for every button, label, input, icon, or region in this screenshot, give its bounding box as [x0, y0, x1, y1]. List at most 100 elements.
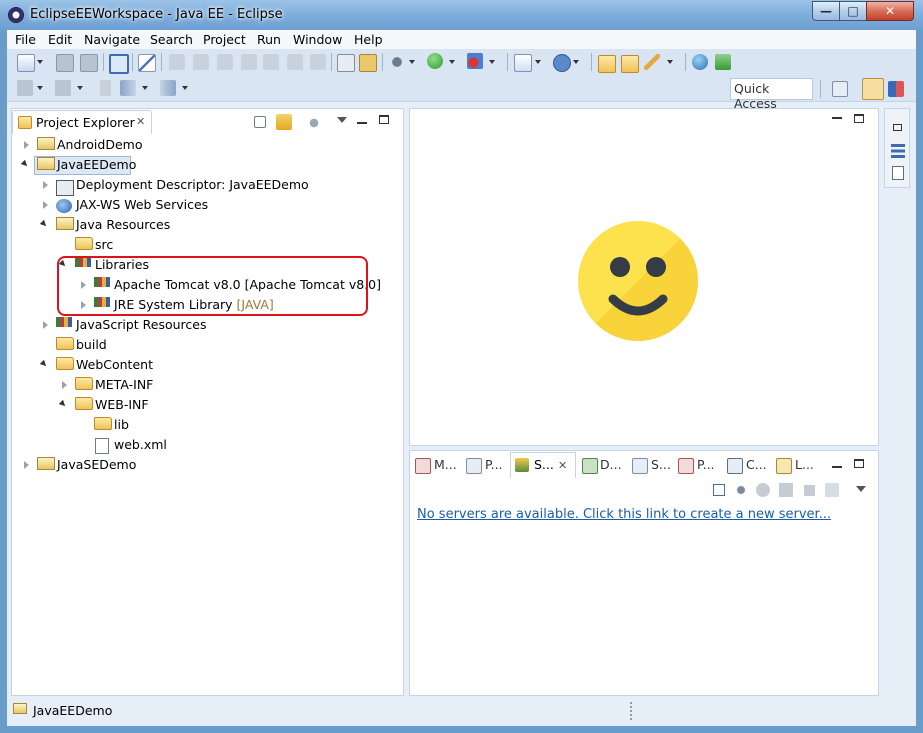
menu-file[interactable]: File	[15, 32, 36, 47]
open-perspective-icon[interactable]	[832, 81, 848, 97]
run-dropdown-icon[interactable]	[449, 60, 455, 64]
close-button[interactable]: ✕	[866, 1, 914, 21]
tab-console[interactable]: C...	[746, 454, 767, 476]
tree-item-javasedemo[interactable]: JavaSEDemo	[57, 456, 136, 474]
tree-item-javascript-resources[interactable]: JavaScript Resources	[76, 316, 206, 334]
skip-breakpoints-icon[interactable]	[138, 54, 156, 72]
search-dropdown-icon[interactable]	[667, 60, 673, 64]
step-into-icon[interactable]	[263, 54, 279, 70]
tab-problems[interactable]: P...	[697, 454, 715, 476]
tree-item-web-inf[interactable]: WEB-INF	[95, 396, 149, 414]
forward-icon[interactable]	[160, 80, 176, 96]
tree-item-javaeedemo[interactable]: JavaEEDemo	[57, 156, 136, 174]
expand-twisty-icon[interactable]	[43, 321, 48, 329]
menu-navigate[interactable]: Navigate	[84, 32, 140, 47]
maximize-panel-icon[interactable]	[854, 459, 864, 468]
previous-annotation-icon[interactable]	[55, 80, 71, 96]
debug-dropdown-icon[interactable]	[409, 60, 415, 64]
tree-item-src[interactable]: src	[95, 236, 113, 254]
open-resource-icon[interactable]	[621, 55, 639, 73]
terminate-icon[interactable]	[217, 54, 233, 70]
expand-twisty-icon[interactable]	[24, 141, 29, 149]
show-whitespace-icon[interactable]	[337, 54, 355, 72]
tree-item-androiddemo[interactable]: AndroidDemo	[57, 136, 142, 154]
minimize-button[interactable]: —	[812, 1, 840, 21]
view-menu-icon[interactable]	[337, 117, 347, 123]
step-over-icon[interactable]	[287, 54, 303, 70]
tab-markers[interactable]: M...	[434, 454, 457, 476]
restore-icon[interactable]	[893, 124, 902, 131]
tab-data-source[interactable]: D...	[600, 454, 622, 476]
java-perspective-icon[interactable]	[888, 81, 904, 97]
tab-properties[interactable]: P...	[485, 454, 503, 476]
create-server-link[interactable]: No servers are available. Click this lin…	[417, 507, 831, 522]
stop-server-icon[interactable]	[804, 485, 815, 496]
toggle-block-icon[interactable]	[359, 54, 377, 72]
publish-icon[interactable]	[825, 483, 839, 497]
next-annotation-icon[interactable]	[17, 80, 33, 96]
debug-settings-icon[interactable]	[389, 54, 405, 70]
menu-help[interactable]: Help	[354, 32, 383, 47]
collapse-icon[interactable]	[713, 484, 725, 496]
back-icon[interactable]	[120, 80, 136, 96]
web-service-dropdown-icon[interactable]	[573, 60, 579, 64]
new-web-service-icon[interactable]	[553, 54, 571, 72]
tree-item-deployment-descriptor[interactable]: Deployment Descriptor: JavaEEDemo	[76, 176, 309, 194]
view-menu-icon[interactable]	[856, 486, 866, 492]
search-tool-icon[interactable]	[644, 54, 660, 70]
last-edit-location-icon[interactable]	[95, 80, 111, 96]
menu-run[interactable]: Run	[257, 32, 281, 47]
previous-annotation-dropdown-icon[interactable]	[77, 86, 83, 90]
task-list-icon[interactable]	[892, 166, 904, 180]
java-ee-perspective-icon[interactable]	[862, 78, 884, 100]
link-with-editor-icon[interactable]	[276, 114, 292, 130]
close-tab-icon[interactable]: ✕	[558, 459, 567, 472]
minimize-editor-icon[interactable]	[832, 117, 842, 119]
maximize-editor-icon[interactable]	[854, 114, 864, 123]
expand-twisty-icon[interactable]	[62, 381, 67, 389]
profile-server-icon[interactable]	[779, 483, 793, 497]
minimize-view-icon[interactable]	[357, 122, 367, 124]
external-tools-dropdown-icon[interactable]	[489, 60, 495, 64]
tree-item-webcontent[interactable]: WebContent	[76, 356, 153, 374]
new-server-icon[interactable]	[514, 54, 532, 72]
new-server-dropdown-icon[interactable]	[535, 60, 541, 64]
tree-item-build[interactable]: build	[76, 336, 107, 354]
tree-item-web-xml[interactable]: web.xml	[114, 436, 167, 454]
new-dropdown-icon[interactable]	[37, 60, 43, 64]
forward-dropdown-icon[interactable]	[182, 86, 188, 90]
maximize-view-icon[interactable]	[379, 115, 389, 124]
collapse-all-icon[interactable]	[254, 116, 266, 128]
tree-item-lib[interactable]: lib	[114, 416, 129, 434]
new-icon[interactable]	[17, 54, 35, 72]
expand-twisty-icon[interactable]	[24, 461, 29, 469]
next-annotation-dropdown-icon[interactable]	[37, 86, 43, 90]
tree-item-meta-inf[interactable]: META-INF	[95, 376, 153, 394]
tree-item-java-resources[interactable]: Java Resources	[76, 216, 170, 234]
start-server-icon[interactable]	[756, 483, 770, 497]
menu-search[interactable]: Search	[150, 32, 193, 47]
tab-snippets[interactable]: S...	[651, 454, 671, 476]
menu-project[interactable]: Project	[203, 32, 246, 47]
tree-item-jax-ws[interactable]: JAX-WS Web Services	[76, 196, 208, 214]
maximize-button[interactable]: □	[839, 1, 867, 21]
outline-icon[interactable]	[891, 144, 905, 158]
tab-servers[interactable]: S...	[534, 454, 554, 476]
filters-icon[interactable]	[306, 115, 322, 131]
tab-log[interactable]: L...	[795, 454, 814, 476]
external-tools-icon[interactable]	[467, 53, 483, 69]
menu-window[interactable]: Window	[293, 32, 342, 47]
terminal-icon[interactable]	[109, 54, 129, 74]
resume-icon[interactable]	[169, 54, 185, 70]
save-all-icon[interactable]	[80, 54, 98, 72]
disconnect-icon[interactable]	[241, 54, 257, 70]
menu-edit[interactable]: Edit	[48, 32, 72, 47]
open-type-icon[interactable]	[598, 55, 616, 73]
quick-access-input[interactable]: Quick Access	[730, 78, 813, 111]
back-dropdown-icon[interactable]	[142, 86, 148, 90]
run-icon[interactable]	[427, 53, 443, 69]
step-return-icon[interactable]	[310, 54, 326, 70]
close-tab-icon[interactable]: ✕	[136, 115, 145, 128]
save-icon[interactable]	[56, 54, 74, 72]
run-last-tool-icon[interactable]	[715, 54, 731, 70]
